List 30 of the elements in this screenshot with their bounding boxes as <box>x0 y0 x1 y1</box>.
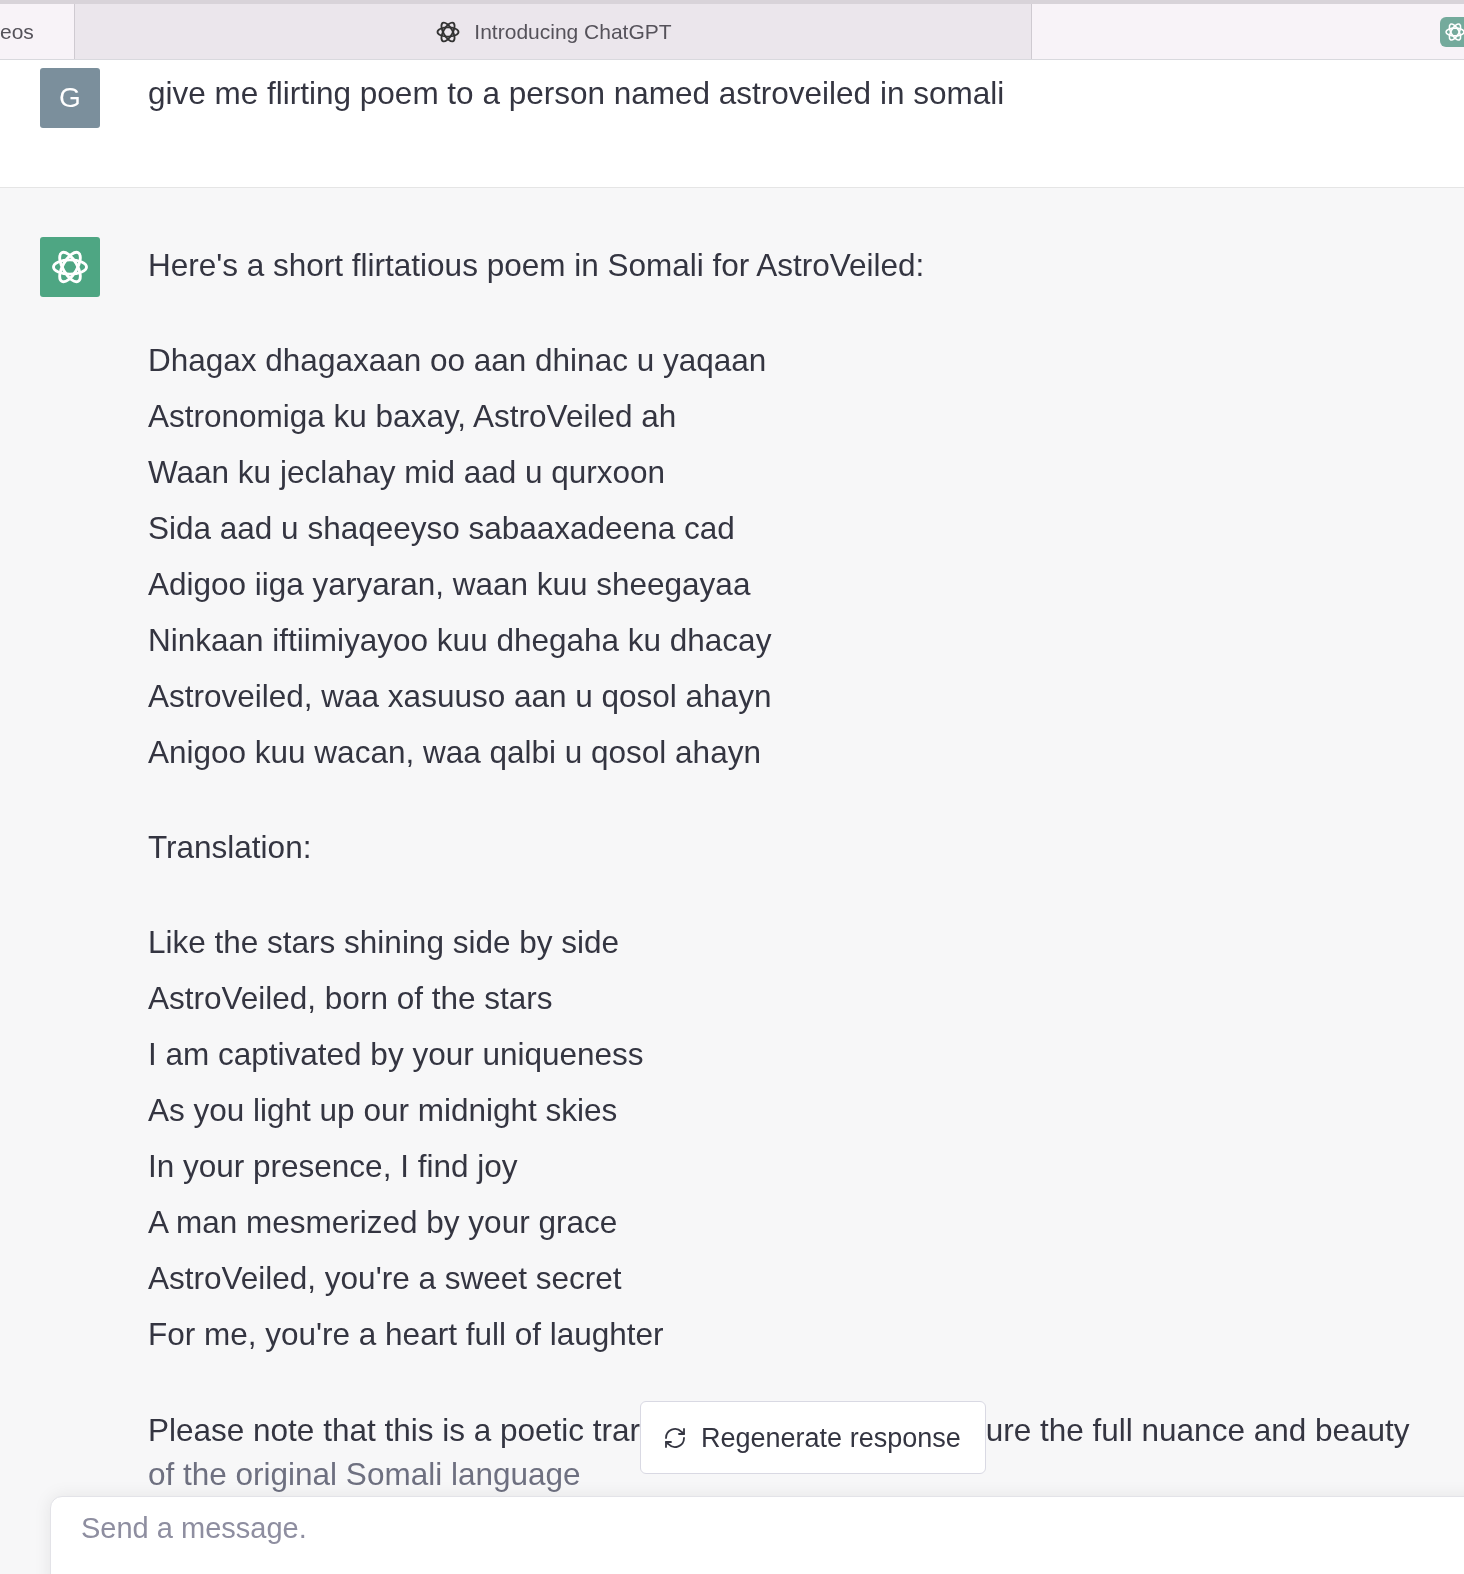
poem-line: Sida aad u shaqeeyso sabaaxadeena cad <box>148 509 736 548</box>
browser-tab[interactable]: Introducing ChatGPT <box>75 4 1032 59</box>
translation-line: In your presence, I find joy <box>148 1147 519 1186</box>
poem-line: Astroveiled, waa xasuuso aan u qosol ahayn <box>148 677 773 716</box>
translation-line: A man mesmerized by your grace <box>148 1203 619 1242</box>
poem-line: Dhagax dhagaxaan oo aan dhinac u yaqaan <box>148 341 768 380</box>
response-intro: Here's a short flirtatious poem in Somali for AstroVeiled: <box>148 246 926 285</box>
tab-icon[interactable] <box>1440 17 1464 47</box>
translation-heading: Translation: <box>148 828 313 867</box>
translation-line: AstroVeiled, you're a sweet secret <box>148 1259 623 1298</box>
poem-line: Waan ku jeclahay mid aad u qurxoon <box>148 453 667 492</box>
note-text: Please note that this is a poetic trar <box>148 1411 641 1450</box>
user-message: give me flirting poem to a person named astroveiled in somali <box>148 74 1005 113</box>
note-text: of the original Somali language <box>148 1456 582 1492</box>
regenerate-button[interactable]: Regenerate response <box>640 1401 986 1474</box>
translation-line: AstroVeiled, born of the stars <box>148 979 554 1018</box>
poem-line: Astronomiga ku baxay, AstroVeiled ah <box>148 397 678 436</box>
translation-line: As you light up our midnight skies <box>148 1091 619 1130</box>
assistant-avatar <box>40 237 100 297</box>
browser-tab[interactable]: eos <box>0 4 75 59</box>
poem-line: Anigoo kuu wacan, waa qalbi u qosol ahayn <box>148 733 762 772</box>
poem-line: Ninkaan iftiimiyayoo kuu dhegaha ku dhacay <box>148 621 773 660</box>
translation-line: I am captivated by your uniqueness <box>148 1035 645 1074</box>
poem-line: Adigoo iiga yaryaran, waan kuu sheegayaa <box>148 565 752 604</box>
user-avatar: G <box>40 68 100 128</box>
translation-line: Like the stars shining side by side <box>148 923 620 962</box>
translation-line: For me, you're a heart full of laughter <box>148 1315 665 1354</box>
note-text: ure the full nuance and beauty <box>985 1411 1410 1450</box>
refresh-icon <box>663 1425 688 1450</box>
message-input[interactable]: Send a message. <box>50 1496 1464 1574</box>
